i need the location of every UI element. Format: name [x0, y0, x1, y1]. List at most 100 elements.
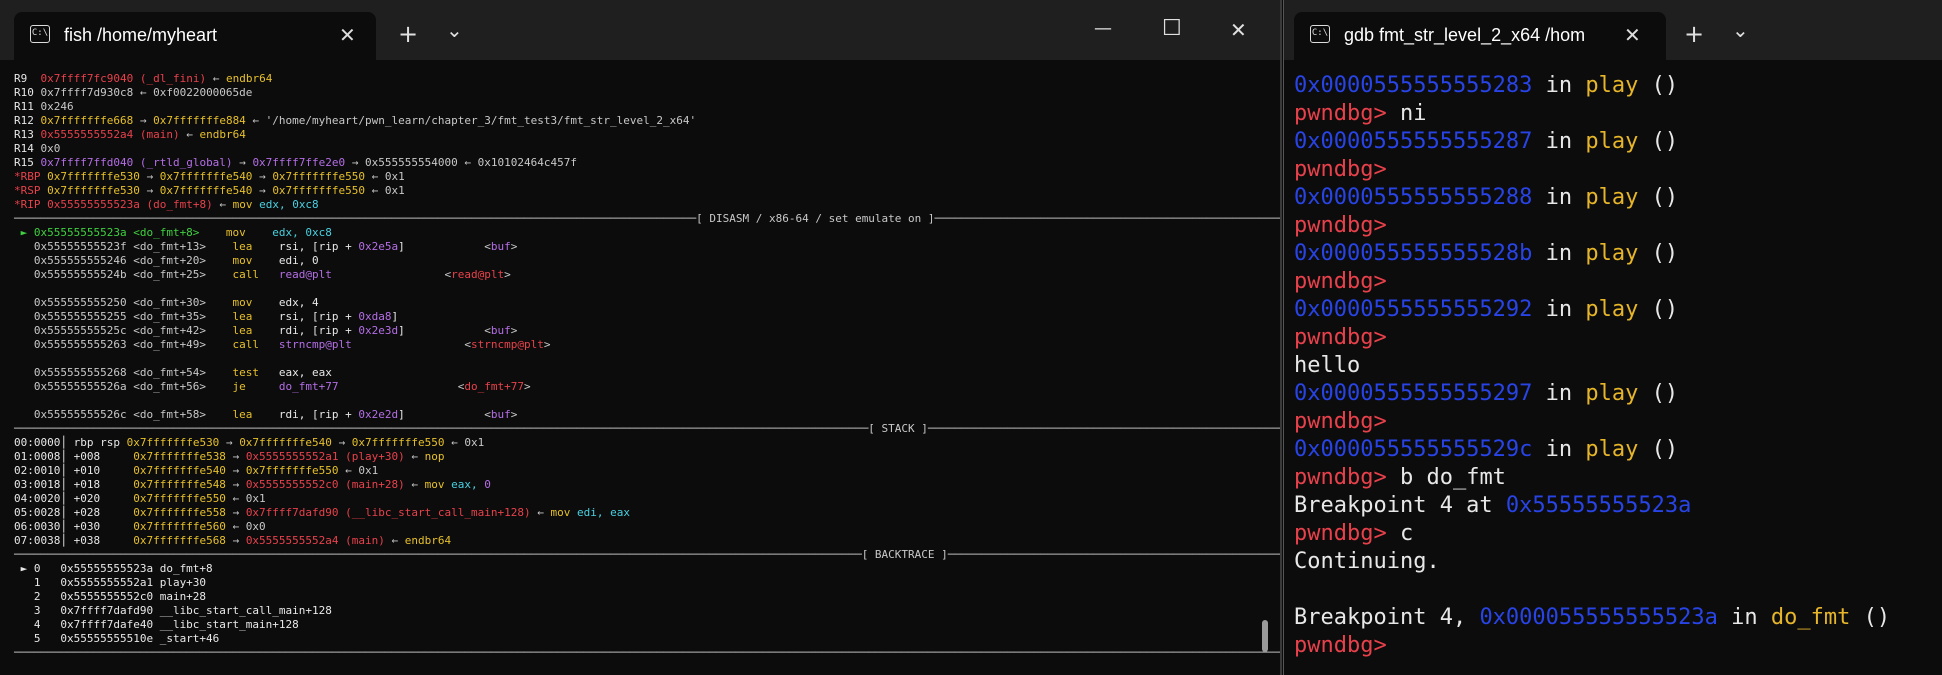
- terminal-text: >: [510, 408, 518, 421]
- terminal-line: pwndbg>: [1294, 324, 1890, 352]
- terminal-text: 0x7fffffffe550: [245, 464, 339, 477]
- terminal-text: <: [331, 268, 452, 281]
- terminal-text: 0x7fffffffe530: [47, 170, 140, 183]
- terminal-text: 0x7fffffffe884: [153, 114, 246, 127]
- terminal-text: 0x7fffffffe540: [159, 170, 253, 183]
- terminal-line: R13 0x5555555552a4 (main) ← endbr64: [14, 128, 1280, 142]
- terminal-text: 06:0030│ +030: [14, 520, 134, 533]
- terminal-text: ────────────────────────────────────────…: [14, 548, 1280, 561]
- terminal-text: *RIP: [14, 198, 48, 211]
- terminal-line: 0x55555555526c <do_fmt+58> lea rdi, [rip…: [14, 408, 1280, 422]
- terminal-text: 0x7ffff7fc9040 (_dl_fini): [40, 72, 207, 85]
- close-tab-icon[interactable]: ✕: [339, 23, 356, 47]
- terminal-text: 03:0018│ +018: [14, 478, 134, 491]
- terminal-text: 0x555555555263 <do_fmt+49>: [14, 338, 233, 351]
- terminal-text: pwndbg>: [1294, 409, 1387, 434]
- terminal-line: R9 0x7ffff7fc9040 (_dl_fini) ← endbr64: [14, 72, 1280, 86]
- terminal-text: edi, eax: [576, 506, 630, 519]
- terminal-text: R10: [14, 86, 41, 99]
- terminal-text: (): [1638, 297, 1679, 322]
- terminal-text: <: [338, 380, 465, 393]
- terminal-text: pwndbg>: [1294, 269, 1387, 294]
- maximize-button[interactable]: ☐: [1162, 16, 1182, 41]
- chevron-down-icon[interactable]: ⌄: [1732, 18, 1749, 42]
- terminal-text: R14: [14, 142, 41, 155]
- terminal-text: 0x5555555552a4 (main): [245, 534, 385, 547]
- terminal-text: endbr64: [199, 128, 246, 141]
- terminal-text: R11: [14, 100, 41, 113]
- terminal-line: 0x555555555268 <do_fmt+54> test eax, eax: [14, 366, 1280, 380]
- terminal-output[interactable]: R9 0x7ffff7fc9040 (_dl_fini) ← endbr64 R1…: [14, 72, 1280, 660]
- terminal-text: 0x7ffff7ffe2e0: [252, 156, 346, 169]
- terminal-text: 0x000055555555528b: [1294, 241, 1533, 266]
- terminal-text: b do_fmt: [1399, 465, 1506, 490]
- terminal-text: 0x000055555555529c: [1294, 437, 1533, 462]
- terminal-text: R12: [14, 114, 41, 127]
- close-window-button[interactable]: ✕: [1230, 18, 1247, 42]
- terminal-line: 0x555555555255 <do_fmt+35> lea rsi, [rip…: [14, 310, 1280, 324]
- terminal-text: 0x7fffffffe668: [40, 114, 134, 127]
- terminal-text: ←: [212, 198, 233, 211]
- terminal-text: 0x000055555555523a: [1479, 605, 1718, 630]
- title-bar: C:\ gdb fmt_str_level_2_x64 /hom ✕ + ⌄: [1284, 0, 1942, 60]
- terminal-line: 0x55555555525c <do_fmt+42> lea rdi, [rip…: [14, 324, 1280, 338]
- terminal-text: c: [1399, 521, 1414, 546]
- terminal-text: 0x7ffff7ffd040 (_rtld_global): [40, 156, 233, 169]
- terminal-text: <: [484, 324, 491, 337]
- terminal-text: pwndbg>: [1294, 633, 1387, 658]
- terminal-line: 06:0030│ +030 0x7fffffffe560 ← 0x0: [14, 520, 1280, 534]
- terminal-output[interactable]: 0x0000555555555283 in play () pwndbg> ni 0…: [1294, 72, 1890, 660]
- terminal-text: in: [1532, 241, 1586, 266]
- terminal-text: lea: [232, 408, 279, 421]
- terminal-text: 0x7fffffffe530: [47, 184, 140, 197]
- chevron-down-icon[interactable]: ⌄: [446, 18, 463, 42]
- terminal-text: test: [232, 366, 279, 379]
- terminal-line: R12 0x7fffffffe668 → 0x7fffffffe884 ← '/…: [14, 114, 1280, 128]
- terminal-text: 00:0000│ rbp rsp: [14, 436, 127, 449]
- minimize-button[interactable]: —: [1094, 18, 1112, 39]
- terminal-line: 0x555555555246 <do_fmt+20> mov edi, 0: [14, 254, 1280, 268]
- terminal-line: *RBP 0x7fffffffe530 → 0x7fffffffe540 → 0…: [14, 170, 1280, 184]
- terminal-text: 1 0x5555555552a1 play+30: [14, 576, 207, 589]
- close-tab-icon[interactable]: ✕: [1624, 23, 1641, 47]
- terminal-text: 07:0038│ +038: [14, 534, 134, 547]
- terminal-text: do_fmt: [1770, 605, 1851, 630]
- terminal-text: 0x0000555555555297: [1294, 381, 1533, 406]
- terminal-icon: C:\: [1310, 25, 1330, 43]
- terminal-line: pwndbg> ni: [1294, 100, 1890, 128]
- terminal-text: pwndbg>: [1294, 157, 1387, 182]
- terminal-text: (): [1638, 73, 1679, 98]
- terminal-line: 0x000055555555529c in play (): [1294, 436, 1890, 464]
- terminal-text: play: [1585, 129, 1639, 154]
- terminal-text: ←: [404, 478, 425, 491]
- terminal-text: R9: [14, 72, 41, 85]
- terminal-text: 0: [484, 478, 491, 491]
- terminal-line: Continuing.: [1294, 548, 1890, 576]
- terminal-text: 0x7fffffffe540: [239, 436, 332, 449]
- terminal-text: buf: [490, 324, 511, 337]
- terminal-text: rdi, [rip +: [278, 408, 359, 421]
- terminal-text: call: [232, 338, 279, 351]
- terminal-text: ← 0x1: [338, 464, 379, 477]
- new-tab-button[interactable]: +: [398, 20, 418, 48]
- terminal-text: >: [543, 338, 551, 351]
- terminal-line: 02:0010│ +010 0x7fffffffe540 → 0x7ffffff…: [14, 464, 1280, 478]
- terminal-text: Breakpoint 4,: [1294, 605, 1480, 630]
- tab-fish[interactable]: C:\ fish /home/myheart ✕: [14, 12, 376, 60]
- terminal-text: in: [1532, 73, 1586, 98]
- terminal-line: 0x55555555523f <do_fmt+13> lea rsi, [rip…: [14, 240, 1280, 254]
- tab-gdb[interactable]: C:\ gdb fmt_str_level_2_x64 /hom ✕: [1294, 12, 1666, 60]
- terminal-text: 0x7ffff7d930c8 ← 0xf0022000065de: [40, 86, 253, 99]
- terminal-line: Breakpoint 4, 0x000055555555523a in do_f…: [1294, 604, 1890, 632]
- scrollbar-thumb[interactable]: [1262, 620, 1268, 652]
- new-tab-button[interactable]: +: [1684, 20, 1704, 48]
- terminal-text: ←: [530, 506, 551, 519]
- terminal-text: 0x55555555526a <do_fmt+56>: [14, 380, 233, 393]
- terminal-text: in: [1532, 185, 1586, 210]
- terminal-text: ←: [206, 72, 226, 85]
- terminal-text: mov: [232, 296, 279, 309]
- terminal-line: pwndbg>: [1294, 408, 1890, 436]
- terminal-text: 05:0028│ +028: [14, 506, 134, 519]
- terminal-text: in: [1717, 605, 1771, 630]
